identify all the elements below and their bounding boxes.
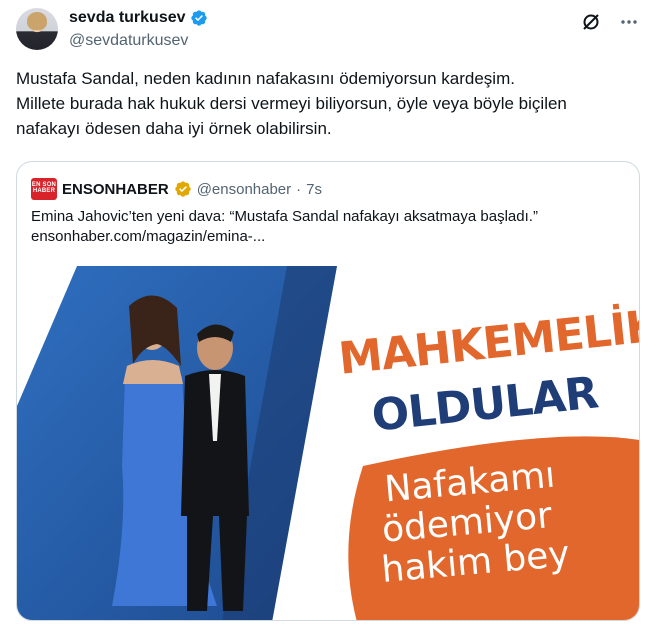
more-button[interactable]: [615, 8, 643, 36]
separator-dot: ·: [296, 180, 302, 198]
author-name[interactable]: sevda turkusev: [69, 9, 186, 27]
quoted-author-handle[interactable]: @ensonhaber: [197, 181, 291, 198]
tweet-text-line: Millete burada hak hukuk dersi vermeyi b…: [16, 94, 567, 113]
quoted-link[interactable]: ensonhaber.com/magazin/emina-...: [31, 227, 538, 247]
quoted-media-image[interactable]: MAHKEMELİK OLDULAR Nafakamı ödemiyor hak…: [17, 266, 639, 620]
tweet-text: Mustafa Sandal, neden kadının nafakasını…: [16, 66, 644, 141]
avatar[interactable]: [16, 8, 58, 50]
quoted-author-name[interactable]: ENSONHABER: [62, 181, 169, 198]
ensonhaber-logo: EN SON HABER: [31, 178, 57, 200]
quoted-time[interactable]: 7s: [306, 181, 322, 198]
tweet-text-line: Mustafa Sandal, neden kadının nafakasını…: [16, 69, 515, 88]
tweet: sevda turkusev @sevdaturkusev Mustafa Sa…: [0, 0, 659, 637]
author-row: sevda turkusev: [69, 9, 208, 27]
quote-lines: Nafakamı ödemiyor hakim bey: [355, 448, 639, 593]
top-actions: [577, 8, 643, 36]
verified-org-badge-icon: [175, 181, 191, 197]
verified-badge-icon: [190, 10, 207, 26]
quoted-tweet[interactable]: EN SON HABER ENSONHABER @ensonhaber · 7s…: [16, 161, 640, 621]
grok-icon: [583, 14, 599, 30]
author-handle[interactable]: @sevdaturkusev: [69, 32, 188, 50]
quoted-text-line: Emina Jahovic’ten yeni dava: “Mustafa Sa…: [31, 208, 538, 225]
tweet-text-line: nafakayı ödesen daha iyi örnek olabilirs…: [16, 119, 332, 138]
more-icon: [621, 20, 637, 24]
quoted-author-row: EN SON HABER ENSONHABER @ensonhaber · 7s: [31, 178, 322, 200]
quoted-text: Emina Jahovic’ten yeni dava: “Mustafa Sa…: [31, 207, 538, 247]
grok-button[interactable]: [577, 8, 605, 36]
